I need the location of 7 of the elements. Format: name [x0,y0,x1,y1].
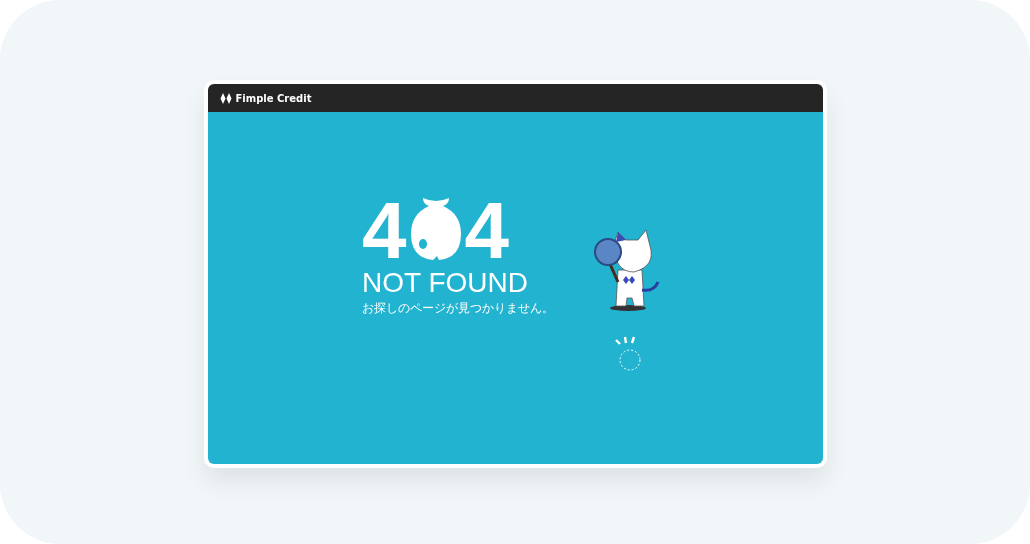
error-title: NOT FOUND [362,268,529,298]
logo-icon [219,92,232,104]
error-digit: 4 [362,200,407,262]
error-message: お探しのページが見つかりません。 [362,300,554,317]
error-digit: 4 [464,200,509,262]
fish-drawing [408,196,463,262]
brand-name: Fimple Credit [235,92,312,104]
